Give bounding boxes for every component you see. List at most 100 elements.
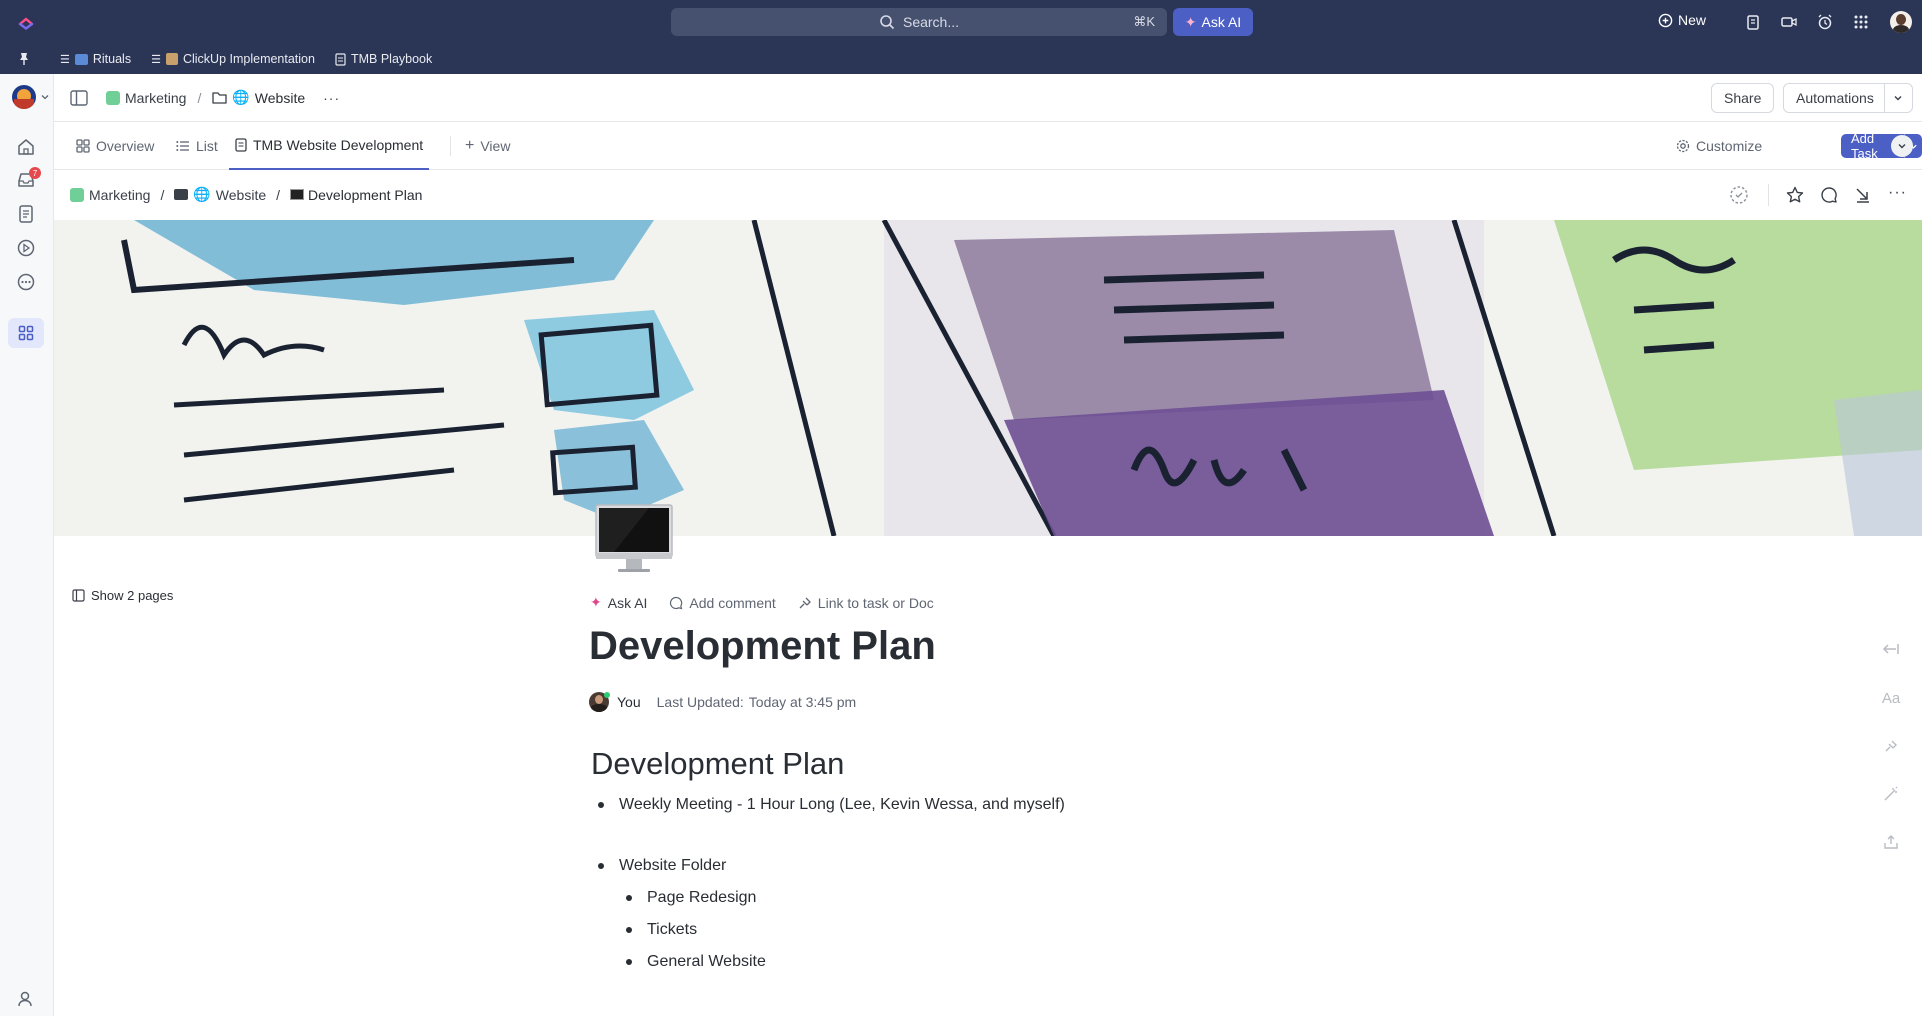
star-icon[interactable] xyxy=(1785,185,1805,205)
video-icon[interactable] xyxy=(1780,13,1798,31)
chevron-down-icon[interactable] xyxy=(41,93,49,101)
docs-icon[interactable] xyxy=(16,204,36,224)
globe-icon: 🌐 xyxy=(232,89,250,105)
share-button[interactable]: Share xyxy=(1711,83,1775,113)
comment-icon xyxy=(670,596,683,609)
tab-overview[interactable]: Overview xyxy=(76,122,154,170)
automations-dropdown[interactable] xyxy=(1883,84,1912,112)
font-icon: Aa xyxy=(1881,689,1901,707)
collapse-arrow-icon[interactable] xyxy=(1853,185,1873,205)
list-item[interactable]: Weekly Meeting - 1 Hour Long (Lee, Kevin… xyxy=(598,796,1065,814)
tab-label: Overview xyxy=(96,138,155,154)
user-avatar[interactable] xyxy=(1890,11,1912,33)
spaces-button[interactable] xyxy=(8,318,44,348)
notepad-icon[interactable] xyxy=(1744,13,1762,31)
breadcrumb-space-link[interactable]: Marketing xyxy=(70,187,150,203)
bookmark-tmb-playbook[interactable]: TMB Playbook xyxy=(335,52,432,66)
sparkle-icon: ✦ xyxy=(1184,13,1197,30)
new-button[interactable]: New xyxy=(1658,12,1706,28)
clips-play-icon[interactable] xyxy=(16,238,36,258)
folder-icon xyxy=(174,189,189,200)
workspace-avatar[interactable] xyxy=(12,85,36,109)
bookmark-label: ClickUp Implementation xyxy=(182,52,315,66)
link-task-doc-button[interactable]: Link to task or Doc xyxy=(798,595,934,611)
separator: / xyxy=(197,89,202,106)
collapse-width-icon[interactable] xyxy=(1880,638,1902,660)
customize-label: Customize xyxy=(1696,138,1763,154)
more-circle-icon[interactable] xyxy=(16,272,36,292)
link-icon xyxy=(1885,740,1897,752)
bullet-dot xyxy=(626,959,632,965)
show-pages-button[interactable]: Show 2 pages xyxy=(72,588,173,603)
add-view-button[interactable]: + View xyxy=(465,122,510,170)
collapse-toolbar-button[interactable] xyxy=(1891,135,1913,157)
add-comment-button[interactable]: Add comment xyxy=(669,595,776,611)
chevron-down-icon xyxy=(1894,96,1902,101)
search-bar[interactable]: Search... ⌘K xyxy=(671,8,1167,36)
magic-edit-icon[interactable] xyxy=(1880,783,1902,805)
overview-icon xyxy=(76,139,90,153)
rituals-icon xyxy=(74,53,88,65)
wand-icon xyxy=(1884,786,1898,801)
automations-button[interactable]: Automations xyxy=(1783,83,1913,113)
chart-icon xyxy=(106,90,120,105)
home-icon[interactable] xyxy=(16,137,36,157)
apps-grid-icon[interactable] xyxy=(1852,13,1870,31)
online-dot xyxy=(604,692,610,698)
tab-label: TMB Website Development xyxy=(253,137,424,153)
folder-website-link[interactable]: 🌐 Website xyxy=(212,89,305,106)
clickup-logo-icon[interactable] xyxy=(18,12,34,30)
doc-title[interactable]: Development Plan xyxy=(589,624,936,669)
author-name[interactable]: You xyxy=(617,694,641,710)
gear-icon xyxy=(1676,139,1690,153)
tab-label: List xyxy=(196,138,218,154)
notification-badge: 7 xyxy=(29,167,41,179)
plus-circle-icon xyxy=(1658,13,1673,27)
more-options-icon[interactable]: ··· xyxy=(1888,184,1907,202)
link-relations-icon[interactable] xyxy=(1880,735,1902,757)
bookmark-clickup-implementation[interactable]: ☰ ClickUp Implementation xyxy=(151,52,315,66)
privacy-dashed-icon[interactable] xyxy=(1729,185,1749,205)
ask-ai-button[interactable]: ✦ Ask AI xyxy=(1173,8,1253,36)
breadcrumb-folder-link[interactable]: 🌐 Website xyxy=(174,186,266,203)
doc-icon xyxy=(335,52,346,66)
list-item[interactable]: Page Redesign xyxy=(626,889,756,907)
doc-cover-image[interactable] xyxy=(54,220,1922,536)
invite-user-icon[interactable] xyxy=(16,989,36,1009)
search-shortcut: ⌘K xyxy=(1133,14,1155,29)
pin-icon[interactable] xyxy=(18,52,30,66)
plus-icon: + xyxy=(465,137,475,154)
upload-icon xyxy=(1884,835,1898,849)
doc-heading[interactable]: Development Plan xyxy=(591,746,844,782)
list-item[interactable]: Website Folder xyxy=(598,857,726,875)
doc-ask-ai-button[interactable]: ✦ Ask AI xyxy=(590,594,647,611)
tab-divider xyxy=(450,136,451,156)
list-item[interactable]: Tickets xyxy=(626,921,697,939)
bullet-dot xyxy=(626,927,632,933)
list-item-text: General Website xyxy=(647,953,766,970)
left-sidebar: 7 xyxy=(0,74,54,1016)
bullet-dot xyxy=(598,802,604,808)
bullet-dot xyxy=(626,895,632,901)
sparkle-icon: ✦ xyxy=(590,594,602,610)
watercolor-wireframe-illustration xyxy=(54,220,1922,536)
list-item-text: Tickets xyxy=(647,921,698,938)
tab-list[interactable]: List xyxy=(176,122,218,170)
bookmark-rituals[interactable]: ☰ Rituals xyxy=(60,52,131,66)
space-marketing-link[interactable]: Marketing xyxy=(106,90,186,106)
list-icon xyxy=(176,141,189,151)
alarm-icon[interactable] xyxy=(1816,13,1834,31)
automations-label: Automations xyxy=(1796,90,1874,106)
doc-page-icon[interactable] xyxy=(594,503,674,575)
text-format-button[interactable]: Aa xyxy=(1880,687,1902,709)
more-options-icon[interactable]: ··· xyxy=(323,90,340,106)
comment-icon[interactable] xyxy=(1819,185,1839,205)
customize-button[interactable]: Customize xyxy=(1676,122,1762,170)
export-icon[interactable] xyxy=(1880,831,1902,853)
tab-tmb-website-development[interactable]: TMB Website Development xyxy=(229,122,430,170)
list-item[interactable]: General Website xyxy=(626,953,766,971)
breadcrumb-page-link[interactable]: Development Plan xyxy=(290,187,422,203)
bullet-dot xyxy=(598,863,604,869)
list-item-text: Weekly Meeting - 1 Hour Long (Lee, Kevin… xyxy=(619,796,1065,813)
sidebar-toggle-icon[interactable] xyxy=(70,90,88,106)
